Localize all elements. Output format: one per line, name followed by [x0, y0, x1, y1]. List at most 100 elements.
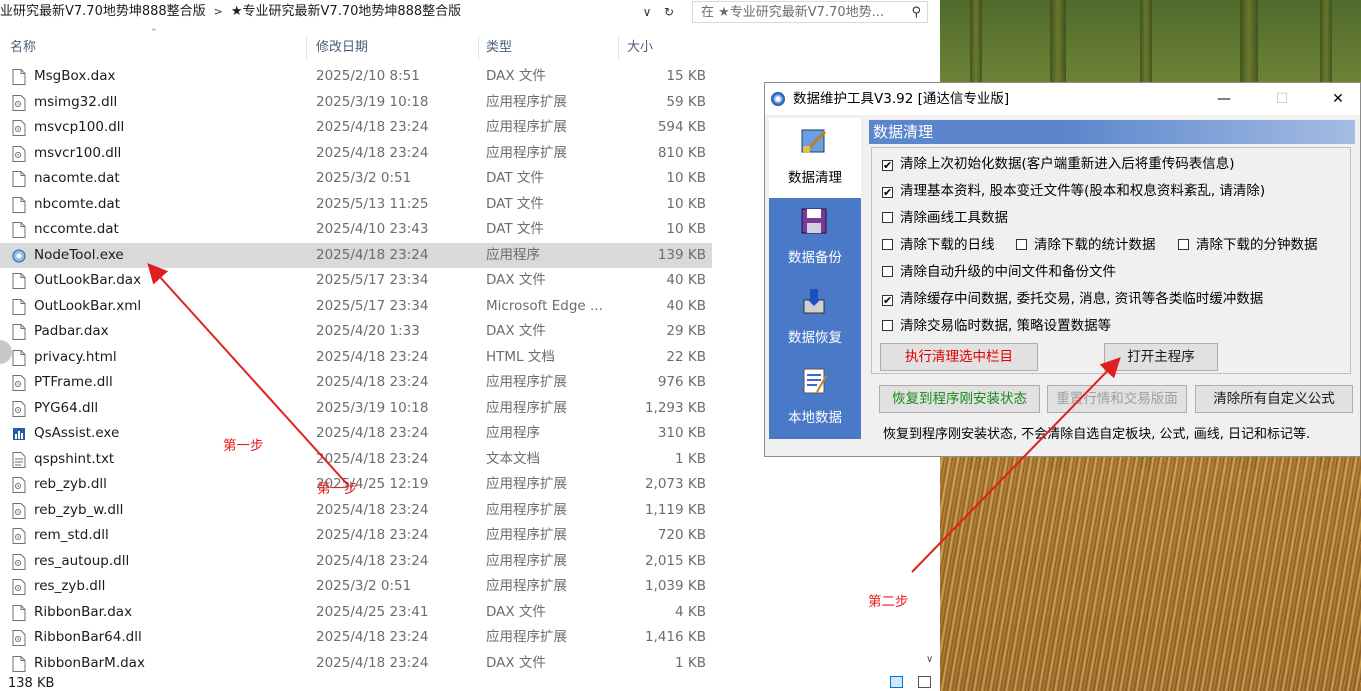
file-row[interactable]: res_zyb.dll 2025/3/2 0:51 应用程序扩展 1,039 KB: [0, 574, 712, 600]
file-row[interactable]: OutLookBar.dax 2025/5/17 23:34 DAX 文件 40 KB: [0, 268, 712, 294]
option-label: 清除下载的日线: [900, 237, 995, 253]
column-divider[interactable]: [306, 36, 307, 60]
file-date: 2025/4/18 23:24: [316, 450, 429, 467]
checkbox[interactable]: [1178, 239, 1189, 250]
large-icons-view-icon[interactable]: [918, 676, 931, 688]
file-row[interactable]: reb_zyb_w.dll 2025/4/18 23:24 应用程序扩展 1,119 …: [0, 498, 712, 524]
backup-icon: [801, 208, 827, 234]
file-row[interactable]: msvcr100.dll 2025/4/18 23:24 应用程序扩展 810 KB: [0, 141, 712, 167]
file-row[interactable]: nbcomte.dat 2025/5/13 11:25 DAT 文件 10 KB: [0, 192, 712, 218]
checkbox[interactable]: [882, 212, 893, 223]
dialog-titlebar[interactable]: 数据维护工具V3.92 [通达信专业版] — ☐ ✕: [765, 83, 1360, 115]
scroll-down-icon[interactable]: ∨: [926, 654, 933, 665]
nav-item-backup[interactable]: 数据备份: [769, 198, 861, 278]
file-type: DAX 文件: [486, 272, 546, 288]
file-row[interactable]: privacy.html 2025/4/18 23:24 HTML 文档 22 KB: [0, 345, 712, 371]
checkbox[interactable]: [1016, 239, 1027, 250]
option-clear-upgrade-files[interactable]: 清除自动升级的中间文件和备份文件: [882, 264, 1116, 280]
checkbox[interactable]: [882, 320, 893, 331]
file-size: 310 KB: [657, 425, 706, 441]
checkbox[interactable]: ✔: [882, 295, 893, 306]
refresh-icon[interactable]: ↻: [658, 2, 680, 22]
close-icon[interactable]: ✕: [1315, 83, 1361, 115]
file-row[interactable]: qspshint.txt 2025/4/18 23:24 文本文档 1 KB: [0, 447, 712, 473]
option-clear-trade-temp[interactable]: 清除交易临时数据, 策略设置数据等: [882, 318, 1111, 334]
nav-item-restore[interactable]: 数据恢复: [769, 278, 861, 358]
file-row[interactable]: nccomte.dat 2025/4/10 23:43 DAT 文件 10 KB: [0, 217, 712, 243]
file-date: 2025/4/18 23:24: [316, 144, 429, 161]
breadcrumb-item-current[interactable]: ★专业研究最新V7.70地势坤888整合版: [231, 0, 461, 24]
option-clear-init-data[interactable]: ✔ 清除上次初始化数据(客户端重新进入后将重传码表信息): [882, 156, 1235, 172]
file-row[interactable]: RibbonBar.dax 2025/4/25 23:41 DAX 文件 4 KB: [0, 600, 712, 626]
search-icon[interactable]: ⚲: [911, 2, 921, 22]
execute-cleanup-button[interactable]: 执行清理选中栏目: [880, 343, 1038, 371]
file-date: 2025/5/17 23:34: [316, 297, 429, 314]
file-icon: [12, 222, 26, 238]
file-row[interactable]: msvcp100.dll 2025/4/18 23:24 应用程序扩展 594 KB: [0, 115, 712, 141]
dialog-title: 数据维护工具V3.92 [通达信专业版]: [793, 91, 1010, 107]
nav-item-cleanup[interactable]: 数据清理: [769, 118, 861, 198]
option-label: 清除缓存中间数据, 委托交易, 消息, 资讯等各类临时缓冲数据: [900, 291, 1264, 307]
restore-install-state-button[interactable]: 恢复到程序刚安装状态: [879, 385, 1040, 413]
clear-formulas-button[interactable]: 清除所有自定义公式: [1195, 385, 1353, 413]
file-row[interactable]: rem_std.dll 2025/4/18 23:24 应用程序扩展 720 KB: [0, 523, 712, 549]
nav-item-local-data[interactable]: 本地数据: [769, 358, 861, 438]
annotation-step2: 第二步: [868, 594, 909, 610]
file-name: msimg32.dll: [34, 93, 118, 110]
minimize-icon[interactable]: —: [1201, 83, 1247, 115]
checkbox[interactable]: [882, 266, 893, 277]
breadcrumb-item-parent[interactable]: 业研究最新V7.70地势坤888整合版: [0, 0, 206, 24]
dll-icon: [12, 502, 26, 519]
file-type: 应用程序扩展: [486, 501, 567, 518]
file-row[interactable]: nacomte.dat 2025/3/2 0:51 DAT 文件 10 KB: [0, 166, 712, 192]
file-row[interactable]: OutLookBar.xml 2025/5/17 23:34 Microsoft E…: [0, 294, 712, 320]
column-header-name[interactable]: 名称: [10, 36, 36, 60]
chevron-down-icon[interactable]: ∨: [636, 2, 658, 22]
file-type: DAT 文件: [486, 170, 544, 186]
reset-layout-button[interactable]: 重置行情和交易版面: [1047, 385, 1187, 413]
column-divider[interactable]: [618, 36, 619, 60]
option-clear-basic-info[interactable]: ✔ 清理基本资料, 股本变迁文件等(股本和权息资料紊乱, 请清除): [882, 183, 1265, 199]
option-clear-cache-data[interactable]: ✔ 清除缓存中间数据, 委托交易, 消息, 资讯等各类临时缓冲数据: [882, 291, 1263, 307]
file-row[interactable]: NodeTool.exe 2025/4/18 23:24 应用程序 139 KB: [0, 242, 712, 268]
column-header-type[interactable]: 类型: [486, 36, 512, 60]
option-clear-drawing-data[interactable]: 清除画线工具数据: [882, 210, 1008, 226]
file-date: 2025/4/18 23:24: [316, 552, 429, 569]
file-row[interactable]: PTFrame.dll 2025/4/18 23:24 应用程序扩展 976 KB: [0, 370, 712, 396]
option-clear-minute-data[interactable]: 清除下载的分钟数据: [1178, 237, 1318, 253]
chevron-right-icon: >: [213, 5, 223, 18]
file-size: 40 KB: [666, 272, 706, 288]
file-name: PTFrame.dll: [34, 374, 113, 390]
file-name: privacy.html: [34, 348, 117, 365]
file-row[interactable]: RibbonBar64.dll 2025/4/18 23:24 应用程序扩展 1,41…: [0, 625, 712, 651]
search-input[interactable]: 在 ★专业研究最新V7.70地势... ⚲: [692, 1, 928, 23]
column-header-size[interactable]: 大小: [627, 36, 653, 60]
column-header-date[interactable]: 修改日期: [316, 36, 368, 60]
file-type: 文本文档: [486, 450, 540, 467]
data-maintenance-dialog: 数据维护工具V3.92 [通达信专业版] — ☐ ✕ 数据清理 数据备份 数据恢…: [764, 82, 1361, 457]
dll-icon: [12, 375, 26, 391]
option-label: 清理基本资料, 股本变迁文件等(股本和权息资料紊乱, 请清除): [900, 183, 1266, 199]
option-clear-stats-data[interactable]: 清除下载的统计数据: [1016, 237, 1156, 253]
maximize-icon[interactable]: ☐: [1259, 83, 1305, 115]
column-divider[interactable]: [478, 36, 479, 60]
file-row[interactable]: PYG64.dll 2025/3/19 10:18 应用程序扩展 1,293 KB: [0, 396, 712, 422]
file-row[interactable]: MsgBox.dax 2025/2/10 8:51 DAX 文件 15 KB: [0, 64, 712, 90]
file-row[interactable]: res_autoup.dll 2025/4/18 23:24 应用程序扩展 2,015…: [0, 549, 712, 575]
details-view-icon[interactable]: [890, 676, 903, 688]
file-row[interactable]: Padbar.dax 2025/4/20 1:33 DAX 文件 29 KB: [0, 319, 712, 345]
file-icon: [12, 604, 26, 621]
file-size: 29 KB: [666, 323, 706, 339]
open-main-program-button[interactable]: 打开主程序: [1104, 343, 1218, 371]
checkbox[interactable]: ✔: [882, 160, 893, 171]
option-label: 清除自动升级的中间文件和备份文件: [900, 264, 1116, 280]
file-row[interactable]: msimg32.dll 2025/3/19 10:18 应用程序扩展 59 KB: [0, 90, 712, 116]
file-type: 应用程序扩展: [486, 374, 567, 390]
option-clear-daily-data[interactable]: 清除下载的日线: [882, 237, 995, 253]
file-row[interactable]: RibbonBarM.dax 2025/4/18 23:24 DAX 文件 1 KB: [0, 651, 712, 677]
checkbox[interactable]: [882, 239, 893, 250]
checkbox[interactable]: ✔: [882, 187, 893, 198]
file-row[interactable]: QsAssist.exe 2025/4/18 23:24 应用程序 310 KB: [0, 421, 712, 447]
breadcrumb[interactable]: 业研究最新V7.70地势坤888整合版 > ★专业研究最新V7.70地势坤888整合…: [0, 0, 688, 24]
file-icon: [12, 171, 26, 187]
